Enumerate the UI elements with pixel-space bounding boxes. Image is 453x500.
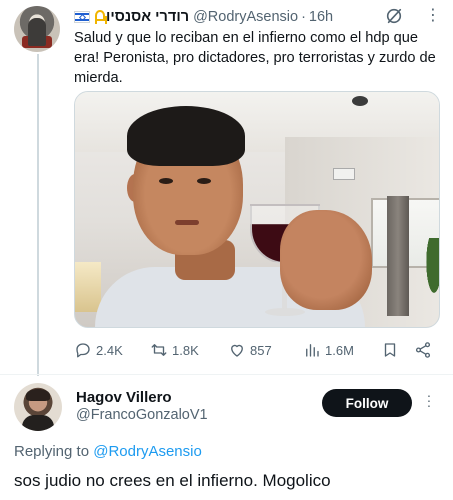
reply-count: 2.4K (96, 342, 123, 358)
israel-flag-icon (74, 11, 90, 23)
display-name[interactable]: רודרי אסנסיו (106, 9, 189, 25)
tweet-header: רודרי אסנסיו @RodryAsensio · 16h ⋮ (74, 7, 441, 27)
replying-prefix: Replying to (14, 443, 90, 460)
separator-dot: · (301, 9, 306, 25)
share-icon (415, 342, 431, 358)
reply-text: sos judio no crees en el infierno. Mogol… (14, 471, 331, 490)
views-icon (306, 344, 319, 357)
like-button[interactable]: 857 (228, 339, 272, 361)
retweet-count: 1.8K (172, 342, 199, 358)
bookmark-button[interactable] (381, 339, 399, 361)
timestamp[interactable]: 16h (309, 9, 333, 25)
reply-icon (76, 343, 90, 358)
retweet-icon (151, 344, 167, 356)
replying-to: Replying to @RodryAsensio (14, 443, 202, 460)
retweet-button[interactable]: 1.8K (150, 339, 199, 361)
reply-button[interactable]: 2.4K (74, 339, 123, 361)
views-count: 1.6M (325, 342, 354, 358)
follow-button[interactable]: Follow (322, 389, 412, 417)
avatar[interactable] (14, 383, 62, 431)
tweet-text: Salud y que lo reciban en el infierno co… (74, 30, 436, 86)
reply-handle[interactable]: @FrancoGonzaloV1 (76, 407, 208, 423)
handle[interactable]: @RodryAsensio (193, 9, 298, 25)
grok-icon[interactable] (385, 7, 403, 25)
tweet-photo[interactable] (74, 91, 440, 328)
reply-display-name[interactable]: Hagov Villero (76, 389, 172, 406)
views-button[interactable]: 1.6M (303, 339, 354, 361)
divider (0, 374, 453, 375)
avatar[interactable] (14, 6, 60, 52)
like-icon (231, 344, 243, 357)
replying-mention-link[interactable]: @RodryAsensio (93, 443, 202, 460)
share-button[interactable] (414, 339, 432, 361)
like-count: 857 (250, 342, 272, 358)
tweet-actions: 2.4K 1.8K 857 1.6M (74, 339, 440, 361)
yellow-ribbon-icon (94, 10, 105, 24)
more-icon[interactable]: ⋮ (425, 8, 441, 24)
more-icon[interactable]: · · · (422, 388, 436, 412)
bookmark-icon (384, 343, 396, 357)
thread-connector-line (37, 54, 39, 376)
